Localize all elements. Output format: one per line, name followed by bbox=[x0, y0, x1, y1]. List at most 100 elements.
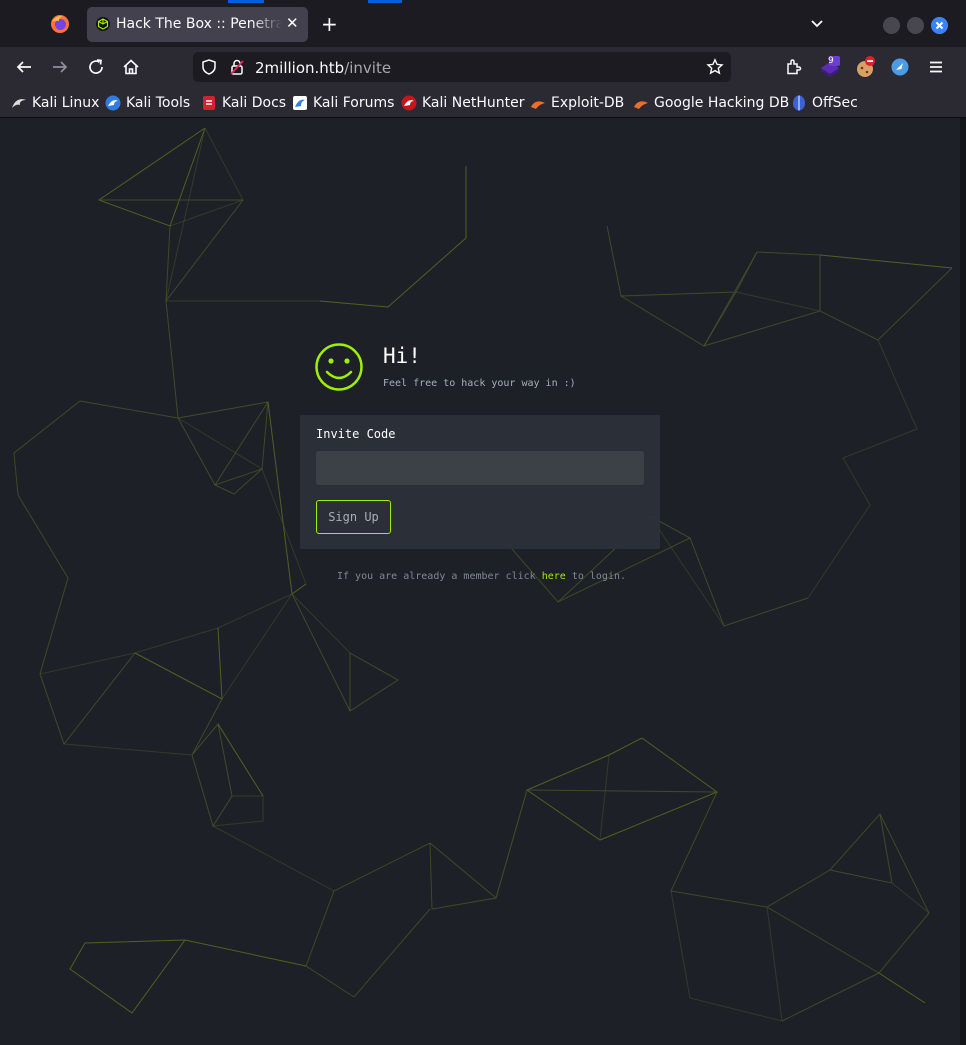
scrollbar-track[interactable] bbox=[960, 118, 966, 1045]
smiley-icon bbox=[315, 343, 363, 391]
network-line bbox=[165, 300, 270, 486]
login-prefix: If you are already a member click bbox=[337, 571, 542, 582]
network-line bbox=[525, 737, 719, 841]
htb-cube-icon bbox=[96, 17, 110, 31]
url-host: 2million.htb bbox=[255, 59, 345, 77]
network-line bbox=[319, 166, 467, 308]
forward-arrow-icon[interactable] bbox=[51, 58, 69, 76]
ghdb-icon bbox=[634, 101, 648, 109]
back-arrow-icon[interactable] bbox=[15, 58, 33, 76]
bookmark-label: Kali Linux bbox=[32, 95, 100, 111]
network-line bbox=[670, 890, 783, 1022]
network-line bbox=[878, 972, 926, 1004]
network-line bbox=[526, 789, 718, 793]
tab-indicator bbox=[228, 0, 264, 3]
kali-tools-icon bbox=[105, 95, 121, 111]
bookmark-google-hacking-db[interactable]: Google Hacking DB bbox=[633, 94, 789, 112]
web-page: Hi! Feel free to hack your way in :) Inv… bbox=[0, 118, 960, 1045]
home-icon[interactable] bbox=[122, 58, 140, 76]
network-line bbox=[429, 842, 497, 899]
insecure-lock-icon[interactable] bbox=[228, 58, 246, 76]
kali-forums-icon bbox=[293, 96, 307, 110]
network-line bbox=[649, 515, 725, 627]
bookmarks-toolbar: Kali Linux Kali Tools Kali Docs Kali For… bbox=[0, 88, 966, 118]
network-line bbox=[599, 754, 610, 841]
tab-bar: Hack The Box :: Penetration Testing Labs… bbox=[0, 0, 966, 47]
bookmark-label: Kali Forums bbox=[313, 95, 395, 111]
bookmark-label: Kali NetHunter bbox=[422, 95, 525, 111]
login-suffix: to login. bbox=[565, 571, 627, 582]
greeting-subtitle: Feel free to hack your way in :) bbox=[383, 378, 576, 389]
network-line bbox=[291, 593, 399, 712]
bookmark-kali-linux[interactable]: Kali Linux bbox=[11, 94, 99, 112]
network-line bbox=[69, 939, 307, 1014]
network-line bbox=[702, 251, 821, 347]
bookmark-label: OffSec bbox=[812, 95, 858, 111]
network-line bbox=[221, 593, 351, 700]
network-line bbox=[134, 627, 223, 700]
tab-close-icon[interactable]: ✕ bbox=[286, 14, 299, 32]
bookmark-label: Google Hacking DB bbox=[654, 95, 790, 111]
cookie-editor-icon[interactable] bbox=[855, 56, 877, 78]
network-line bbox=[13, 400, 81, 579]
new-tab-button[interactable]: + bbox=[321, 12, 338, 36]
network-line bbox=[212, 795, 264, 827]
exploit-db-icon bbox=[531, 101, 545, 109]
bookmark-kali-forums[interactable]: Kali Forums bbox=[292, 94, 394, 112]
login-link[interactable]: here bbox=[542, 571, 566, 582]
network-line bbox=[39, 593, 293, 675]
network-line bbox=[169, 127, 244, 227]
tab-title[interactable]: Hack The Box :: Penetration Testing Labs bbox=[116, 16, 282, 32]
bookmark-kali-docs[interactable]: Kali Docs bbox=[201, 94, 286, 112]
url-path: /invite bbox=[344, 59, 392, 77]
extensions-icon[interactable] bbox=[785, 58, 803, 76]
sign-up-button[interactable]: Sign Up bbox=[316, 500, 391, 534]
network-line bbox=[807, 339, 918, 599]
chevron-down-icon[interactable] bbox=[809, 16, 825, 32]
menu-icon[interactable] bbox=[927, 58, 945, 76]
network-line bbox=[97, 127, 206, 227]
network-line bbox=[829, 813, 893, 884]
reload-icon[interactable] bbox=[87, 58, 105, 76]
kali-nethunter-icon bbox=[401, 95, 417, 111]
network-line bbox=[165, 225, 171, 302]
url-text[interactable]: 2million.htb/invite bbox=[255, 59, 391, 77]
firefox-icon[interactable] bbox=[50, 14, 70, 34]
extension-badge: 9 bbox=[828, 56, 834, 66]
network-line bbox=[781, 972, 880, 1022]
network-line bbox=[819, 254, 953, 269]
network-line bbox=[891, 882, 930, 914]
network-line bbox=[63, 743, 193, 756]
bookmark-star-icon[interactable] bbox=[706, 58, 724, 76]
shield-icon[interactable] bbox=[200, 58, 218, 76]
network-line bbox=[214, 468, 263, 495]
bookmark-label: Kali Docs bbox=[222, 95, 287, 111]
bookmark-kali-tools[interactable]: Kali Tools bbox=[105, 94, 190, 112]
minimize-button[interactable] bbox=[883, 17, 900, 34]
network-line bbox=[39, 577, 136, 746]
network-line bbox=[191, 698, 233, 828]
window-close-icon[interactable] bbox=[931, 17, 948, 34]
bookmark-kali-nethunter[interactable]: Kali NetHunter bbox=[401, 94, 524, 112]
invite-code-input[interactable] bbox=[316, 451, 644, 485]
network-line bbox=[305, 789, 528, 998]
invite-form: Invite Code Sign Up bbox=[300, 415, 660, 549]
login-prompt: If you are already a member click here t… bbox=[337, 571, 626, 582]
greeting-title: Hi! bbox=[383, 344, 421, 368]
maximize-button[interactable] bbox=[907, 17, 924, 34]
network-line bbox=[495, 789, 528, 899]
bookmark-label: Exploit-DB bbox=[551, 95, 625, 111]
network-line bbox=[649, 515, 809, 627]
kali-dragon-icon bbox=[12, 99, 26, 108]
network-line bbox=[79, 400, 179, 419]
bookmark-exploit-db[interactable]: Exploit-DB bbox=[530, 94, 624, 112]
bookmark-label: Kali Tools bbox=[126, 95, 191, 111]
kali-docs-icon bbox=[203, 96, 215, 110]
bookmark-offsec[interactable]: OffSec bbox=[791, 94, 858, 112]
tab-indicator bbox=[368, 0, 402, 3]
wappalyzer-icon[interactable] bbox=[891, 58, 909, 76]
network-line bbox=[212, 825, 335, 892]
invite-code-label: Invite Code bbox=[316, 427, 396, 441]
network-line bbox=[177, 417, 263, 470]
offsec-icon bbox=[793, 95, 805, 111]
